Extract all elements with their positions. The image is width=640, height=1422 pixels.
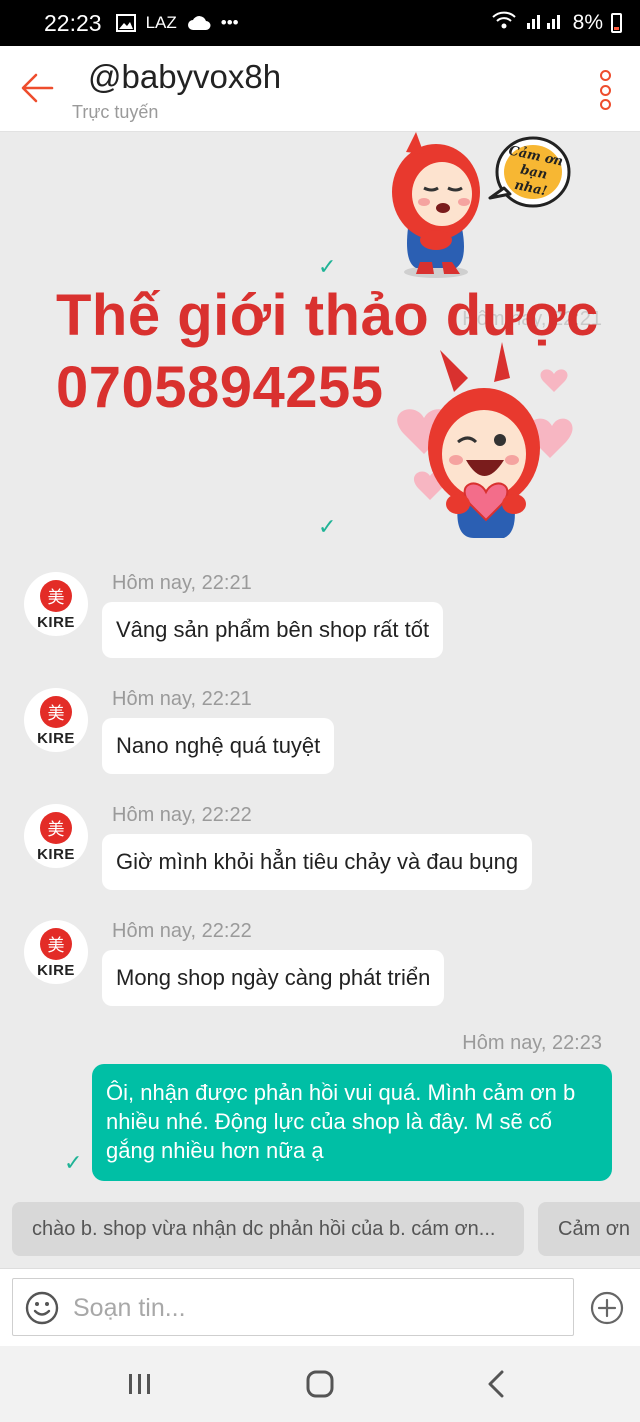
more-vertical-icon[interactable] <box>598 70 612 110</box>
message-input-placeholder: Soạn tin... <box>73 1294 186 1322</box>
avatar-logo: 美 <box>40 927 72 960</box>
avatar-label: KIRE <box>37 845 75 863</box>
incoming-message: 美 KIRE Hôm nay, 22:22 Giờ mình khỏi hẳn … <box>0 800 640 912</box>
avatar-label: KIRE <box>37 613 75 631</box>
chat-header: @babyvox8h Trực tuyến <box>0 46 640 132</box>
avatar[interactable]: 美 KIRE <box>24 804 88 868</box>
quick-replies: chào b. shop vừa nhận dc phản hồi của b.… <box>0 1200 640 1262</box>
avatar-label: KIRE <box>37 961 75 979</box>
avatar[interactable]: 美 KIRE <box>24 688 88 752</box>
message-time: Hôm nay, 22:21 <box>112 688 252 710</box>
chat-area[interactable]: Cảm ơn bạn nha! ✓ Hôm nay, 22:21 Thế giớ… <box>0 132 640 1200</box>
promo-phone: 0705894255 <box>56 355 384 420</box>
battery-percent: 8% <box>572 11 603 34</box>
incoming-message: 美 KIRE Hôm nay, 22:22 Mong shop ngày càn… <box>0 916 640 1028</box>
love-sticker <box>384 342 574 538</box>
composer: Soạn tin... <box>0 1268 640 1346</box>
message-bubble[interactable]: Nano nghệ quá tuyệt <box>102 718 335 774</box>
gallery-icon <box>115 14 136 32</box>
outgoing-message-time: Hôm nay, 22:23 <box>462 1032 602 1054</box>
sent-check-icon: ✓ <box>64 1150 83 1175</box>
status-more-dots: ••• <box>220 13 239 32</box>
chat-title: @babyvox8h <box>88 58 282 95</box>
status-app-label: LAZ <box>145 13 177 32</box>
plus-circle-icon[interactable] <box>590 1291 624 1325</box>
wifi-icon <box>491 10 517 36</box>
avatar-label: KIRE <box>37 729 75 747</box>
message-time: Hôm nay, 22:22 <box>112 804 252 826</box>
quick-reply-chip[interactable]: chào b. shop vừa nhận dc phản hồi của b.… <box>12 1202 524 1256</box>
arrow-left-icon[interactable] <box>18 68 58 108</box>
nav-back-icon[interactable] <box>478 1368 518 1400</box>
message-bubble[interactable]: Vâng sản phẩm bên shop rất tốt <box>102 602 444 658</box>
avatar-logo: 美 <box>40 579 72 612</box>
status-bar: 22:23 LAZ ••• 8% <box>0 0 640 46</box>
quick-reply-chip[interactable]: Cảm ơn <box>538 1202 640 1256</box>
message-input[interactable]: Soạn tin... <box>12 1278 574 1336</box>
cloud-icon <box>187 15 211 31</box>
avatar[interactable]: 美 KIRE <box>24 920 88 984</box>
message-time: Hôm nay, 22:21 <box>112 572 252 594</box>
smiley-icon[interactable] <box>25 1291 59 1325</box>
outgoing-message-bubble[interactable]: Ôi, nhận được phản hồi vui quá. Mình cảm… <box>92 1064 612 1181</box>
promo-title: Thế giới thảo dược <box>56 283 599 348</box>
message-bubble[interactable]: Mong shop ngày càng phát triển <box>102 950 445 1006</box>
avatar[interactable]: 美 KIRE <box>24 572 88 636</box>
incoming-message: 美 KIRE Hôm nay, 22:21 Vâng sản phẩm bên … <box>0 568 640 680</box>
recent-apps-icon[interactable] <box>120 1368 160 1400</box>
online-status: Trực tuyến <box>72 102 159 122</box>
signal-icon <box>525 10 565 36</box>
message-bubble[interactable]: Giờ mình khỏi hẳn tiêu chảy và đau bụng <box>102 834 533 890</box>
message-time: Hôm nay, 22:22 <box>112 920 252 942</box>
thank-you-sticker: Cảm ơn bạn nha! <box>386 132 576 282</box>
system-nav-bar <box>0 1346 640 1422</box>
sent-check-icon: ✓ <box>318 514 337 539</box>
avatar-logo: 美 <box>40 695 72 728</box>
battery-icon <box>611 13 622 33</box>
status-time: 22:23 <box>44 9 102 36</box>
sent-check-icon: ✓ <box>318 254 337 279</box>
avatar-logo: 美 <box>40 811 72 844</box>
incoming-message: 美 KIRE Hôm nay, 22:21 Nano nghệ quá tuyệ… <box>0 684 640 796</box>
home-icon[interactable] <box>300 1368 340 1400</box>
